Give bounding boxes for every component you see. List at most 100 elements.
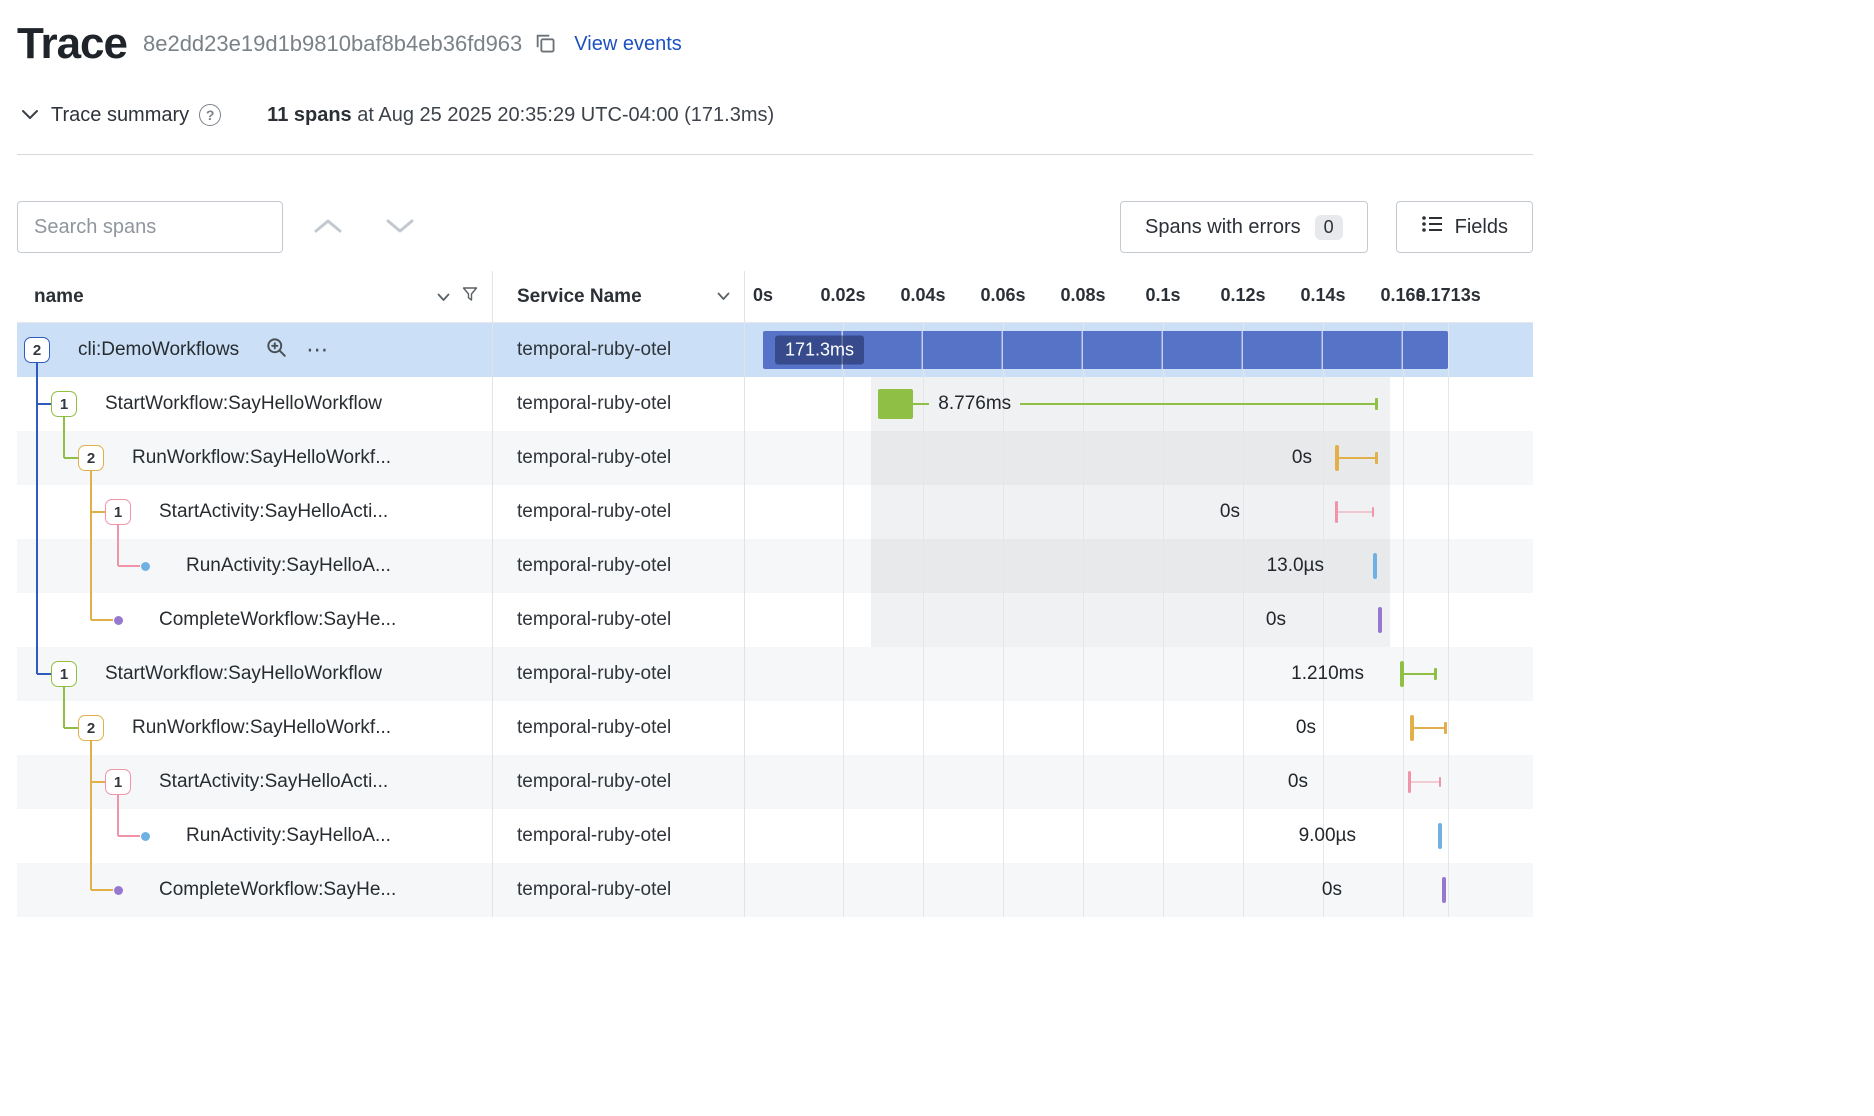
timeline-gridline	[1083, 809, 1084, 863]
span-duration-marker[interactable]	[1335, 485, 1375, 539]
timeline-gridline	[1163, 431, 1164, 485]
span-row[interactable]: 1 StartWorkflow:SayHelloWorkflow temporal-…	[17, 377, 1533, 431]
timeline-gridline	[1448, 431, 1450, 485]
span-row[interactable]: 2 RunWorkflow:SayHelloWorkf... temporal-ru…	[17, 431, 1533, 485]
marker-end-cap	[1433, 668, 1437, 680]
span-leaf-dot-icon	[140, 831, 150, 841]
span-duration-marker[interactable]	[1335, 431, 1379, 485]
span-duration-marker[interactable]	[1410, 701, 1447, 755]
span-row[interactable]: 1 StartWorkflow:SayHelloWorkflow temporal-…	[17, 647, 1533, 701]
fields-button[interactable]: Fields	[1395, 201, 1533, 253]
span-leaf-dot-icon	[140, 561, 150, 571]
timeline-gridline	[1003, 701, 1004, 755]
span-children-count-badge[interactable]: 1	[51, 661, 77, 687]
copy-trace-id-button[interactable]	[534, 31, 556, 58]
span-children-count-badge[interactable]: 1	[51, 391, 77, 417]
span-leaf-dot-icon	[113, 615, 123, 625]
span-timeline-cell: 8.776ms	[745, 377, 1533, 431]
row-more-actions-icon[interactable]: ⋯	[306, 339, 328, 361]
timeline-gridline	[1163, 647, 1164, 701]
span-duration-label: 9.00µs	[1298, 825, 1356, 846]
chevron-down-icon[interactable]	[717, 292, 730, 301]
span-duration-tick[interactable]	[1442, 877, 1447, 903]
trace-header: Trace 8e2dd23e19d1b9810baf8b4eb36fd963 V…	[17, 16, 1533, 72]
timeline-gridline	[1163, 485, 1164, 539]
marker-end-cap	[1375, 452, 1379, 464]
span-name-cell: CompleteWorkflow:SayHe...	[17, 593, 493, 647]
timeline-gridline	[1243, 701, 1244, 755]
span-children-count-badge[interactable]: 1	[105, 769, 131, 795]
timeline-gridline	[843, 485, 844, 539]
timeline-gridline	[1163, 863, 1164, 917]
timeline-shade-region	[871, 485, 1391, 539]
span-duration-label: 0s	[1219, 501, 1240, 522]
span-duration-marker[interactable]	[1400, 647, 1437, 701]
span-row[interactable]: RunActivity:SayHelloA... temporal-ruby-ot…	[17, 809, 1533, 863]
span-service-name: temporal-ruby-otel	[517, 663, 672, 684]
span-service-name: temporal-ruby-otel	[517, 555, 672, 576]
span-service-name: temporal-ruby-otel	[517, 825, 672, 846]
axis-tick-label: 0.08s	[1060, 285, 1106, 305]
next-match-button[interactable]	[377, 204, 423, 250]
span-timeline-cell: 0s	[745, 863, 1533, 917]
timeline-gridline	[1083, 863, 1084, 917]
spans-table: name Service Name 0s 0.02s 0.04s 0.06s 0.08s…	[17, 271, 1533, 917]
span-duration-label: 0s	[1295, 717, 1316, 738]
span-row[interactable]: CompleteWorkflow:SayHe... temporal-ruby-o…	[17, 863, 1533, 917]
previous-match-button[interactable]	[305, 204, 351, 250]
chevron-down-icon	[383, 216, 417, 239]
column-header-name[interactable]: name	[17, 271, 493, 322]
span-row[interactable]: 2 cli:DemoWorkflows ⋯ temporal-ruby-otel 171…	[17, 323, 1533, 377]
span-name: RunWorkflow:SayHelloWorkf...	[132, 447, 392, 468]
span-children-count-badge[interactable]: 2	[24, 337, 50, 363]
timeline-gridline	[923, 809, 924, 863]
spans-count: 11 spans	[267, 103, 352, 126]
column-header-service[interactable]: Service Name	[493, 271, 745, 322]
span-name-cell: 1 StartActivity:SayHelloActi...	[17, 485, 493, 539]
timeline-gridline	[1243, 539, 1244, 593]
span-children-count-badge[interactable]: 2	[78, 715, 104, 741]
trace-page: Trace 8e2dd23e19d1b9810baf8b4eb36fd963 V…	[0, 0, 1533, 917]
span-duration-tick[interactable]	[1373, 553, 1377, 579]
span-service-cell: temporal-ruby-otel	[493, 701, 745, 755]
sort-chevron-icon[interactable]	[437, 286, 450, 308]
timeline-gridline	[1403, 485, 1404, 539]
span-duration-marker[interactable]	[1408, 755, 1441, 809]
span-children-count-badge[interactable]: 2	[78, 445, 104, 471]
help-icon[interactable]: ?	[199, 104, 222, 126]
filter-funnel-icon[interactable]	[462, 286, 478, 308]
span-children-count-badge[interactable]: 1	[105, 499, 131, 525]
span-duration-tick[interactable]	[1438, 823, 1443, 849]
trace-id: 8e2dd23e19d1b9810baf8b4eb36fd963	[142, 31, 523, 56]
span-row[interactable]: 2 RunWorkflow:SayHelloWorkf... temporal-ru…	[17, 701, 1533, 755]
spans-with-errors-button[interactable]: Spans with errors 0	[1120, 201, 1368, 253]
span-duration-marker[interactable]: 8.776ms	[878, 377, 1379, 431]
span-duration-tick[interactable]	[1378, 607, 1383, 633]
trace-summary-label[interactable]: Trace summary	[51, 104, 189, 127]
timeline-gridline	[1403, 755, 1404, 809]
axis-tick-label: 0.06s	[980, 285, 1026, 305]
span-duration-bar[interactable]: 171.3ms	[763, 331, 1449, 369]
span-row[interactable]: 1 StartActivity:SayHelloActi... temporal-r…	[17, 485, 1533, 539]
timeline-gridline	[1163, 809, 1164, 863]
span-row[interactable]: 1 StartActivity:SayHelloActi... temporal-r…	[17, 755, 1533, 809]
timeline-gridline	[1243, 863, 1244, 917]
timeline-gridline	[843, 809, 844, 863]
span-duration-label: 8.776ms	[938, 393, 1012, 414]
timeline-gridline	[843, 593, 844, 647]
zoom-in-icon[interactable]	[265, 336, 288, 364]
table-header: name Service Name 0s 0.02s 0.04s 0.06s 0.08s…	[17, 271, 1533, 323]
search-spans-input[interactable]	[17, 201, 283, 253]
span-name: RunActivity:SayHelloA...	[186, 825, 391, 846]
span-timeline-cell: 0s	[745, 431, 1533, 485]
trace-summary-toggle[interactable]	[17, 104, 43, 127]
span-row[interactable]: RunActivity:SayHelloA... temporal-ruby-ot…	[17, 539, 1533, 593]
timeline-gridline	[923, 539, 924, 593]
view-events-link[interactable]: View events	[574, 33, 681, 56]
timeline-gridline	[1448, 485, 1450, 539]
span-service-name: temporal-ruby-otel	[517, 393, 672, 414]
span-name: StartActivity:SayHelloActi...	[159, 771, 389, 792]
timeline-gridline	[1448, 377, 1450, 431]
span-row[interactable]: CompleteWorkflow:SayHe... temporal-ruby-o…	[17, 593, 1533, 647]
tree-badge-slot: 1	[51, 661, 77, 687]
